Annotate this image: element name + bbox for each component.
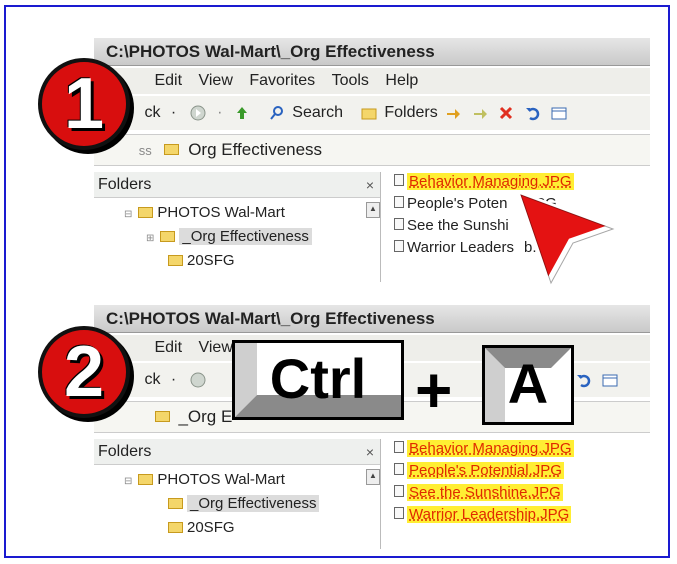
folder-icon bbox=[164, 144, 180, 156]
file-item[interactable]: Warrior Leadership.JPG bbox=[394, 505, 572, 525]
scroll-up-icon[interactable]: ▲ bbox=[366, 202, 380, 218]
folders-pane: Folders × ▲ ⊟ PHOTOS Wal-Mart _Org Effect… bbox=[94, 439, 381, 549]
address-input[interactable]: Org Effectiveness bbox=[188, 140, 322, 159]
file-icon bbox=[394, 507, 404, 520]
address-bar: ss Org Effectiveness bbox=[94, 134, 650, 166]
file-icon bbox=[394, 174, 404, 187]
menu-favorites[interactable]: Favorites bbox=[249, 68, 315, 94]
menu-view[interactable]: View bbox=[198, 335, 232, 361]
expand-icon[interactable]: ⊟ bbox=[124, 476, 132, 487]
tree-item-20sfg[interactable]: 20SFG bbox=[168, 519, 235, 536]
tree-item-org-effectiveness[interactable]: _Org Effectiveness bbox=[168, 495, 320, 512]
address-label: ss bbox=[138, 143, 152, 158]
folder-icon bbox=[154, 411, 170, 423]
menu-edit[interactable]: Edit bbox=[154, 68, 182, 94]
move-to-icon[interactable] bbox=[445, 105, 461, 121]
folder-icon bbox=[160, 230, 176, 242]
folder-icon bbox=[168, 521, 183, 533]
folder-icon bbox=[138, 473, 154, 485]
undo-icon[interactable] bbox=[576, 372, 592, 388]
expand-icon[interactable]: ⊞ bbox=[146, 233, 154, 244]
forward-icon[interactable] bbox=[190, 105, 206, 121]
file-list: Behavior Managing.JPG People's Potential… bbox=[386, 439, 650, 549]
file-icon bbox=[394, 441, 404, 454]
file-icon bbox=[394, 218, 404, 231]
views-icon[interactable] bbox=[551, 105, 567, 121]
close-icon[interactable]: × bbox=[366, 172, 374, 198]
plus-sign: + bbox=[415, 354, 453, 426]
close-icon[interactable]: × bbox=[366, 439, 374, 465]
folder-icon bbox=[138, 206, 154, 218]
folders-icon[interactable] bbox=[361, 105, 377, 121]
file-item[interactable]: See the Sunshine.JPG bbox=[394, 483, 563, 503]
expand-icon[interactable]: ⊟ bbox=[124, 209, 132, 220]
folders-header: Folders × bbox=[94, 172, 380, 198]
views-icon[interactable] bbox=[602, 372, 618, 388]
a-key: A bbox=[482, 345, 574, 425]
file-icon bbox=[394, 240, 404, 253]
folders-button[interactable]: Folders bbox=[384, 104, 437, 121]
file-icon bbox=[394, 463, 404, 476]
file-icon bbox=[394, 196, 404, 209]
scroll-up-icon[interactable]: ▲ bbox=[366, 469, 380, 485]
copy-to-icon[interactable] bbox=[472, 105, 488, 121]
folder-icon bbox=[168, 497, 183, 509]
step-2-badge: 2 bbox=[38, 326, 130, 418]
step-1-badge: 1 bbox=[38, 58, 130, 150]
menu-view[interactable]: View bbox=[198, 68, 232, 94]
window-title: C:\PHOTOS Wal-Mart\_Org Effectiveness bbox=[94, 38, 650, 66]
menu-edit[interactable]: Edit bbox=[154, 335, 182, 361]
file-item[interactable]: People's Potential.JPG bbox=[394, 461, 564, 481]
delete-icon[interactable] bbox=[498, 105, 514, 121]
tree-item-20sfg[interactable]: 20SFG bbox=[168, 252, 235, 269]
back-button[interactable]: ck bbox=[144, 371, 160, 388]
file-icon bbox=[394, 485, 404, 498]
back-button[interactable]: ck bbox=[144, 104, 160, 121]
cursor-arrow-icon bbox=[515, 189, 615, 285]
folders-pane: Folders × ▲ ⊟ PHOTOS Wal-Mart ⊞ _Org Effec… bbox=[94, 172, 381, 282]
toolbar: ck · · Search Folders bbox=[94, 96, 650, 130]
window-title: C:\PHOTOS Wal-Mart\_Org Effectiveness bbox=[94, 305, 650, 333]
up-folder-icon[interactable] bbox=[234, 105, 250, 121]
undo-icon[interactable] bbox=[525, 105, 541, 121]
dropdown-dot-icon[interactable]: · bbox=[171, 104, 176, 121]
tree-item-photos[interactable]: ⊟ PHOTOS Wal-Mart bbox=[124, 471, 285, 488]
file-item[interactable]: Behavior Managing.JPG bbox=[394, 439, 574, 459]
tree-item-org-effectiveness[interactable]: ⊞ _Org Effectiveness bbox=[146, 228, 312, 245]
tree-item-photos[interactable]: ⊟ PHOTOS Wal-Mart bbox=[124, 204, 285, 221]
folders-header: Folders × bbox=[94, 439, 380, 465]
ctrl-key: Ctrl bbox=[232, 340, 404, 420]
menu-bar: Edit View Favorites Tools Help bbox=[94, 68, 650, 94]
address-input[interactable]: _Org E bbox=[178, 407, 232, 426]
search-icon[interactable] bbox=[269, 105, 285, 121]
menu-help[interactable]: Help bbox=[385, 68, 418, 94]
folder-icon bbox=[168, 254, 183, 266]
forward-icon[interactable] bbox=[190, 372, 206, 388]
search-button[interactable]: Search bbox=[292, 104, 343, 121]
menu-tools[interactable]: Tools bbox=[332, 68, 369, 94]
file-item[interactable]: See the Sunshi bbox=[394, 216, 509, 236]
